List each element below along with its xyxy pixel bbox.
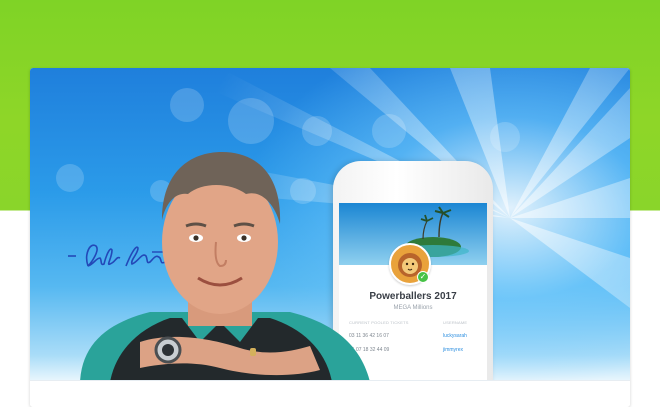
bokeh-light — [228, 98, 274, 144]
bokeh-light — [490, 122, 520, 152]
card-body — [30, 380, 630, 407]
ticket-username[interactable]: luckysarah — [443, 333, 467, 339]
hero-banner: ✕ ✓ Powerballers 2017 MEGA Millions CURR… — [30, 68, 630, 380]
bokeh-light — [372, 114, 406, 148]
spokesperson-photo — [80, 152, 370, 380]
hero-card: ✕ ✓ Powerballers 2017 MEGA Millions CURR… — [30, 68, 630, 407]
column-header-username: USERNAME — [443, 320, 468, 325]
ticket-username[interactable]: jimmyrex — [443, 347, 463, 353]
bokeh-light — [170, 88, 204, 122]
check-icon: ✓ — [417, 271, 429, 283]
